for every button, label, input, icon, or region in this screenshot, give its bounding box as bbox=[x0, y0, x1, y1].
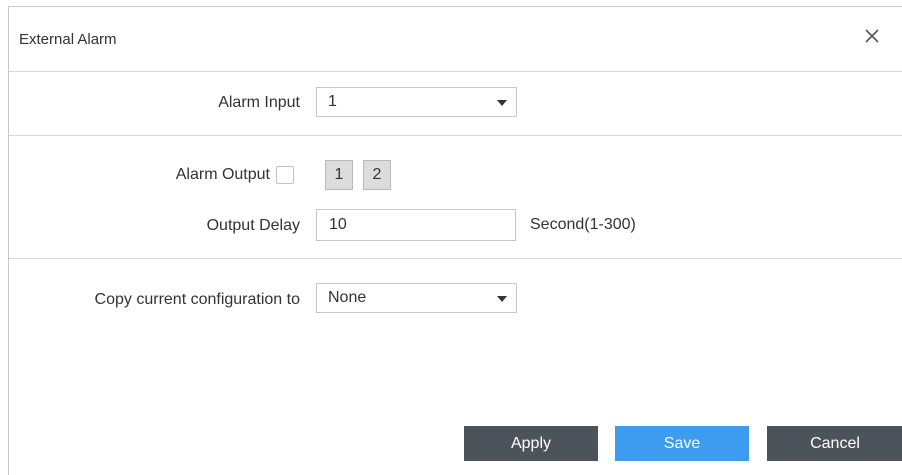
copy-config-select[interactable]: None bbox=[316, 283, 517, 313]
divider bbox=[9, 135, 902, 136]
chevron-down-icon bbox=[497, 296, 507, 302]
output-delay-unit: Second(1-300) bbox=[530, 216, 636, 233]
copy-config-label: Copy current configuration to bbox=[94, 291, 300, 308]
alarm-input-label: Alarm Input bbox=[218, 94, 300, 111]
apply-button[interactable]: Apply bbox=[464, 426, 598, 461]
alarm-input-select[interactable]: 1 bbox=[316, 87, 517, 117]
alarm-input-value: 1 bbox=[328, 93, 337, 110]
save-button[interactable]: Save bbox=[615, 426, 749, 461]
copy-config-value: None bbox=[328, 289, 367, 306]
alarm-output-checkbox[interactable] bbox=[276, 166, 294, 184]
close-icon[interactable] bbox=[862, 26, 882, 46]
divider bbox=[9, 258, 902, 259]
alarm-output-channel-1[interactable]: 1 bbox=[325, 160, 353, 190]
output-delay-label: Output Delay bbox=[206, 217, 300, 234]
external-alarm-dialog: External Alarm Alarm Input 1 Alarm Outpu… bbox=[8, 6, 902, 475]
alarm-output-channel-2[interactable]: 2 bbox=[363, 160, 391, 190]
dialog-title: External Alarm bbox=[19, 31, 117, 48]
alarm-output-label: Alarm Output bbox=[175, 166, 270, 183]
cancel-button[interactable]: Cancel bbox=[767, 426, 902, 461]
chevron-down-icon bbox=[497, 100, 507, 106]
dialog-header: External Alarm bbox=[9, 7, 902, 72]
output-delay-input[interactable]: 10 bbox=[316, 209, 516, 241]
